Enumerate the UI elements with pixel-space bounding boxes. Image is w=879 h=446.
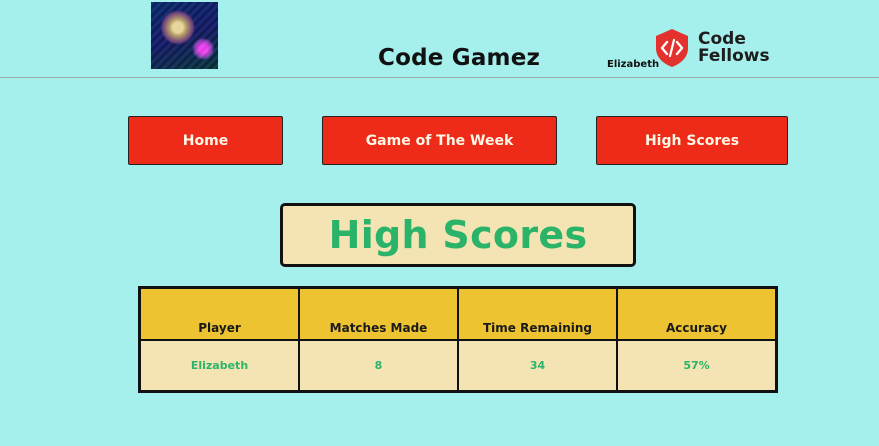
cell-time-remaining: 34 [457, 339, 618, 393]
column-header-accuracy: Accuracy [616, 286, 778, 341]
brand-line-2: Fellows [698, 46, 770, 66]
table-header-row: Player Matches Made Time Remaining Accur… [138, 286, 778, 341]
high-scores-table: Player Matches Made Time Remaining Accur… [138, 286, 778, 393]
nav-game-of-the-week-button[interactable]: Game of The Week [322, 116, 557, 165]
column-header-player: Player [138, 286, 300, 341]
code-fellows-shield-icon [656, 29, 688, 67]
table-row: Elizabeth 8 34 57% [138, 339, 778, 393]
column-header-time-remaining: Time Remaining [457, 286, 618, 341]
site-logo-image[interactable] [151, 2, 218, 69]
site-title: Code Gamez [378, 45, 541, 71]
cell-matches-made: 8 [298, 339, 459, 393]
nav-home-button[interactable]: Home [128, 116, 283, 165]
cell-accuracy: 57% [616, 339, 778, 393]
code-fellows-logo[interactable]: Code Fellows [654, 28, 774, 70]
user-name: Elizabeth [607, 59, 660, 70]
column-header-matches-made: Matches Made [298, 286, 459, 341]
site-header: Code Gamez Elizabeth Code Fellows [0, 0, 879, 78]
code-fellows-wordmark: Code Fellows [698, 31, 770, 65]
nav-high-scores-button[interactable]: High Scores [596, 116, 788, 165]
page-title: High Scores [280, 203, 636, 267]
cell-player: Elizabeth [138, 339, 300, 393]
